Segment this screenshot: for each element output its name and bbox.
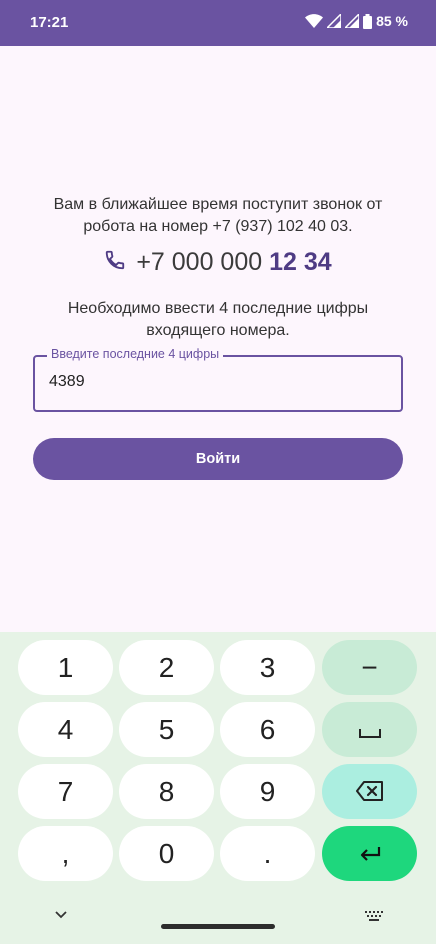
space-icon xyxy=(358,714,382,746)
incoming-number: +7 000 000 12 34 xyxy=(0,248,436,277)
code-input[interactable] xyxy=(49,373,379,391)
chevron-down-icon[interactable] xyxy=(54,906,68,924)
status-bar: 17:21 85 % xyxy=(0,0,436,46)
enter-icon xyxy=(358,838,382,870)
navigation-bar xyxy=(0,894,436,944)
key-3[interactable]: 3 xyxy=(220,640,315,695)
call-notice: Вам в ближайшее время поступит звонок от… xyxy=(20,194,416,238)
key-4[interactable]: 4 xyxy=(18,702,113,757)
key-5[interactable]: 5 xyxy=(119,702,214,757)
code-field-label: Введите последние 4 цифры xyxy=(47,347,224,361)
key-2[interactable]: 2 xyxy=(119,640,214,695)
key-9[interactable]: 9 xyxy=(220,764,315,819)
instruction-line: Необходимо ввести 4 последние цифры xyxy=(67,300,369,317)
signal-icon xyxy=(345,14,360,28)
battery-percent: 85 % xyxy=(376,13,408,29)
wifi-icon xyxy=(305,14,324,28)
key-1[interactable]: 1 xyxy=(18,640,113,695)
phone-number-highlight: 12 34 xyxy=(269,248,332,276)
key-minus[interactable]: − xyxy=(322,640,417,695)
signal-icon xyxy=(327,14,342,28)
backspace-icon xyxy=(355,776,384,808)
phone-icon xyxy=(104,249,126,276)
instruction: Необходимо ввести 4 последние цифры вход… xyxy=(20,298,416,342)
key-7[interactable]: 7 xyxy=(18,764,113,819)
key-comma[interactable]: , xyxy=(18,826,113,881)
call-notice-line: робота на номер +7 (937) 102 40 03. xyxy=(83,218,353,235)
home-handle[interactable] xyxy=(161,924,275,929)
instruction-line: входящего номера. xyxy=(146,322,290,339)
key-0[interactable]: 0 xyxy=(119,826,214,881)
main-content: Вам в ближайшее время поступит звонок от… xyxy=(0,46,436,632)
login-button[interactable]: Войти xyxy=(33,438,403,480)
status-indicators: 85 % xyxy=(305,13,408,29)
key-6[interactable]: 6 xyxy=(220,702,315,757)
numeric-keyboard: 1 2 3 − 4 5 6 7 8 9 , 0 . xyxy=(0,632,436,944)
status-time: 17:21 xyxy=(30,14,69,31)
key-period[interactable]: . xyxy=(220,826,315,881)
battery-icon xyxy=(363,13,373,29)
keyboard-icon[interactable] xyxy=(365,908,383,926)
phone-number-prefix: +7 000 000 xyxy=(136,248,270,276)
key-8[interactable]: 8 xyxy=(119,764,214,819)
key-enter[interactable] xyxy=(322,826,417,881)
key-backspace[interactable] xyxy=(322,764,417,819)
code-field[interactable]: Введите последние 4 цифры xyxy=(33,347,403,412)
key-space[interactable] xyxy=(322,702,417,757)
call-notice-line: Вам в ближайшее время поступит звонок от xyxy=(53,196,383,213)
phone-number: +7 000 000 12 34 xyxy=(136,248,331,277)
